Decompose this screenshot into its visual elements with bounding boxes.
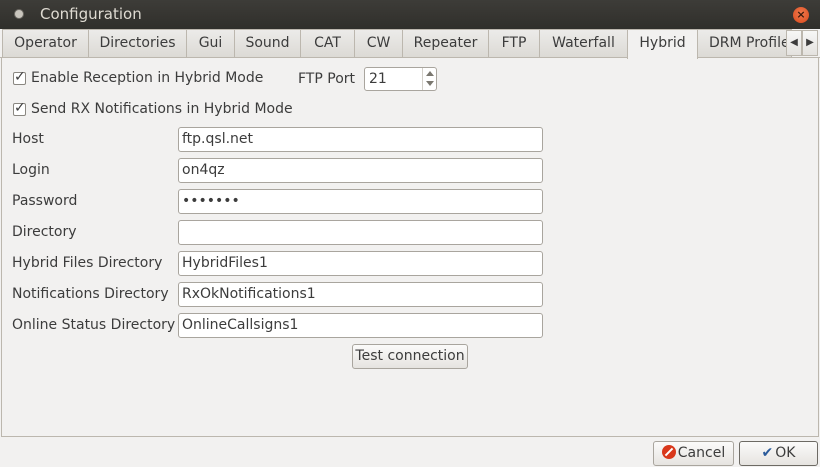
ftp-port-label: FTP Port: [298, 71, 356, 87]
cancel-button[interactable]: Cancel: [653, 441, 734, 466]
enable-reception-checkbox[interactable]: [13, 69, 26, 85]
checkmark-icon: ✔: [761, 445, 774, 461]
tab-hybrid[interactable]: Hybrid: [627, 29, 698, 59]
ok-label: OK: [775, 445, 796, 461]
test-connection-button[interactable]: Test connection: [352, 344, 468, 369]
enable-reception-label[interactable]: Enable Reception in Hybrid Mode: [31, 70, 263, 86]
cancel-icon: [661, 445, 676, 459]
tab-scroll-left-icon[interactable]: ◀: [786, 30, 802, 56]
notifications-directory-input[interactable]: RxOkNotifications1: [178, 282, 543, 307]
tab-ftp[interactable]: FTP: [488, 29, 540, 57]
password-input[interactable]: •••••••: [178, 189, 543, 214]
tab-gui[interactable]: Gui: [186, 29, 235, 57]
close-icon[interactable]: ×: [793, 7, 809, 23]
tab-operator[interactable]: Operator: [2, 29, 89, 57]
ftp-port-spinbox[interactable]: 21: [364, 67, 437, 91]
tab-waterfall[interactable]: Waterfall: [539, 29, 628, 57]
cancel-label: Cancel: [677, 445, 726, 461]
ftp-port-value[interactable]: 21: [369, 68, 387, 90]
online-status-directory-label: Online Status Directory: [12, 317, 176, 333]
tab-repeater[interactable]: Repeater: [402, 29, 489, 57]
send-rx-notifications-label[interactable]: Send RX Notifications in Hybrid Mode: [31, 101, 293, 117]
spin-arrows[interactable]: [422, 68, 436, 90]
tab-cat[interactable]: CAT: [300, 29, 355, 57]
login-label: Login: [12, 162, 50, 178]
directory-label: Directory: [12, 224, 77, 240]
tab-scroll-right-icon[interactable]: ▶: [802, 30, 818, 56]
send-rx-notifications-checkbox[interactable]: [13, 100, 26, 116]
window-title: Configuration: [40, 5, 142, 23]
title-bar: Configuration ×: [0, 0, 820, 29]
online-status-directory-input[interactable]: OnlineCallsigns1: [178, 313, 543, 338]
window-menu-icon[interactable]: [14, 9, 24, 19]
tab-bar: Operator Directories Gui Sound CAT CW Re…: [0, 29, 820, 59]
tab-cw[interactable]: CW: [354, 29, 403, 57]
notifications-directory-label: Notifications Directory: [12, 286, 169, 302]
tab-directories[interactable]: Directories: [88, 29, 187, 57]
tab-sound[interactable]: Sound: [234, 29, 301, 57]
password-label: Password: [12, 193, 78, 209]
host-label: Host: [12, 131, 44, 147]
directory-input[interactable]: [178, 220, 543, 245]
host-input[interactable]: ftp.qsl.net: [178, 127, 543, 152]
hybrid-files-directory-input[interactable]: HybridFiles1: [178, 251, 543, 276]
spin-down-icon[interactable]: [426, 81, 434, 86]
login-input[interactable]: on4qz: [178, 158, 543, 183]
ok-button[interactable]: ✔ OK: [739, 441, 818, 466]
hybrid-files-directory-label: Hybrid Files Directory: [12, 255, 163, 271]
spin-up-icon[interactable]: [426, 71, 434, 76]
tab-drm-profile[interactable]: DRM Profile: [697, 29, 792, 57]
